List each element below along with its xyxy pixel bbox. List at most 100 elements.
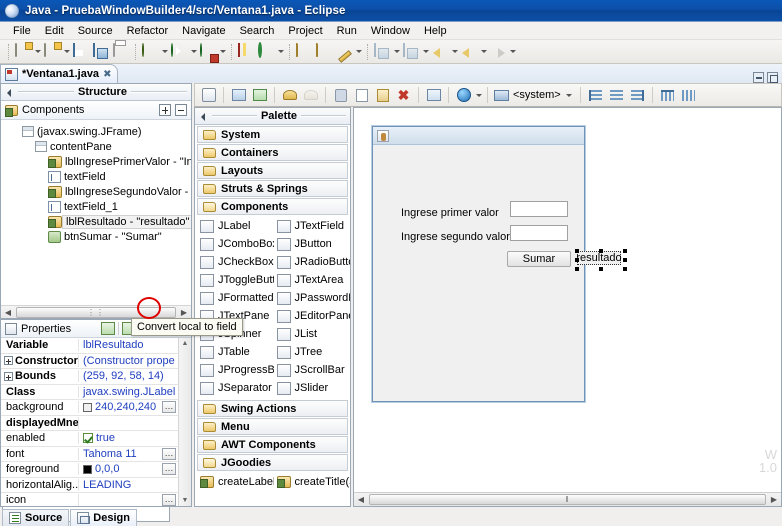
property-value[interactable]: 0,0,0… bbox=[79, 463, 178, 476]
tab-ventana1-java[interactable]: *Ventana1.java ✖ bbox=[0, 64, 119, 83]
align-center-horizontal-icon[interactable] bbox=[606, 85, 627, 105]
inline-icon[interactable] bbox=[423, 85, 444, 105]
design-label-primer-valor[interactable]: Ingrese primer valor bbox=[401, 207, 499, 219]
look-and-feel-caret[interactable] bbox=[565, 86, 574, 104]
minimize-icon[interactable] bbox=[753, 72, 764, 83]
print-icon[interactable] bbox=[111, 42, 131, 62]
property-value[interactable]: true bbox=[79, 432, 178, 444]
property-row[interactable]: Variable lblResultado bbox=[1, 338, 178, 354]
structure-tree-item[interactable]: textField_1 bbox=[1, 199, 191, 214]
previous-annotation-icon[interactable] bbox=[401, 42, 421, 62]
align-left-icon[interactable] bbox=[585, 85, 606, 105]
run-dropdown-caret[interactable] bbox=[189, 43, 198, 61]
scroll-up-arrow[interactable]: ▲ bbox=[180, 338, 191, 349]
palette-item[interactable]: JScrollBar bbox=[274, 361, 351, 379]
open-source-icon[interactable] bbox=[228, 85, 249, 105]
structure-tree[interactable]: (javax.swing.JFrame) contentPane lblIngres… bbox=[1, 122, 191, 304]
selection-handle[interactable] bbox=[623, 249, 627, 253]
structure-tree-item[interactable]: btnSumar - "Sumar" bbox=[1, 229, 191, 244]
design-canvas[interactable]: Ingrese primer valor Ingrese segundo val… bbox=[353, 107, 782, 507]
expand-all-icon[interactable] bbox=[159, 104, 171, 116]
paste-icon[interactable] bbox=[372, 85, 393, 105]
property-value[interactable]: javax.swing.JLabel bbox=[79, 386, 178, 398]
palette-item[interactable]: JSeparator bbox=[197, 379, 274, 397]
new-wizard-icon[interactable] bbox=[13, 42, 33, 62]
palette-item[interactable]: JProgressBar bbox=[197, 361, 274, 379]
palette-category[interactable]: Components bbox=[197, 198, 348, 215]
back-dropdown-caret[interactable] bbox=[450, 43, 459, 61]
structure-tree-item[interactable]: lblIngreseSegundoValor - "Ingrese s bbox=[1, 184, 191, 199]
property-value[interactable]: lblResultado bbox=[79, 339, 178, 351]
palette-item[interactable]: JComboBox bbox=[197, 235, 274, 253]
selection-handle[interactable] bbox=[575, 249, 579, 253]
scroll-thumb[interactable]: ‖ bbox=[369, 494, 766, 505]
property-value[interactable]: 240,240,240… bbox=[79, 401, 178, 414]
palette-item[interactable]: JTable bbox=[197, 343, 274, 361]
scroll-down-arrow[interactable]: ▼ bbox=[180, 495, 191, 506]
property-row[interactable]: font Tahoma 11… bbox=[1, 447, 178, 462]
new-java-class-icon[interactable] bbox=[42, 42, 62, 62]
palette-item[interactable]: JButton bbox=[274, 235, 351, 253]
palette-category[interactable]: Containers bbox=[197, 144, 348, 161]
redo-icon[interactable] bbox=[300, 85, 321, 105]
properties-table[interactable]: Variable lblResultado Constructor (Construc… bbox=[1, 338, 191, 506]
structure-tree-item[interactable]: (javax.swing.JFrame) bbox=[1, 124, 191, 139]
property-editor-button[interactable]: … bbox=[162, 447, 176, 460]
design-textfield-1[interactable] bbox=[510, 225, 568, 241]
debug-icon[interactable] bbox=[140, 42, 160, 62]
menu-run[interactable]: Run bbox=[330, 24, 364, 38]
palette-item[interactable]: createTitle(S... bbox=[274, 473, 350, 491]
run-config-dropdown-caret[interactable] bbox=[218, 43, 227, 61]
property-editor-button[interactable]: … bbox=[162, 401, 176, 414]
palette-item[interactable]: JTree bbox=[274, 343, 351, 361]
forward-dropdown-caret[interactable] bbox=[508, 43, 517, 61]
menu-project[interactable]: Project bbox=[281, 24, 329, 38]
selection-handle[interactable] bbox=[623, 267, 627, 271]
property-editor-button[interactable]: … bbox=[162, 494, 176, 506]
property-row[interactable]: background 240,240,240… bbox=[1, 400, 178, 416]
copy-icon[interactable] bbox=[351, 85, 372, 105]
property-row[interactable]: Class javax.swing.JLabel bbox=[1, 385, 178, 400]
design-label-segundo-valor[interactable]: Ingrese segundo valor bbox=[401, 231, 510, 243]
next-annotation-dropdown-caret[interactable] bbox=[392, 43, 401, 61]
edit-icon[interactable] bbox=[334, 42, 354, 62]
palette-item[interactable]: JLabel bbox=[197, 217, 274, 235]
collapse-panel-icon[interactable] bbox=[199, 112, 208, 121]
previous-annotation-dropdown-caret[interactable] bbox=[421, 43, 430, 61]
menu-source[interactable]: Source bbox=[71, 24, 120, 38]
property-row[interactable]: Bounds (259, 92, 58, 14) bbox=[1, 369, 178, 385]
save-icon[interactable] bbox=[71, 42, 91, 62]
palette-item[interactable]: JToggleButt... bbox=[197, 271, 274, 289]
preview-dropdown-caret[interactable] bbox=[474, 86, 483, 104]
tab-source[interactable]: Source bbox=[2, 509, 70, 526]
palette-item[interactable]: JSlider bbox=[274, 379, 351, 397]
palette-content[interactable]: System Containers Layouts Struts & Springs C… bbox=[195, 125, 350, 506]
open-type-dropdown-caret[interactable] bbox=[276, 43, 285, 61]
maximize-icon[interactable] bbox=[767, 72, 778, 83]
palette-category[interactable]: JGoodies bbox=[197, 454, 348, 471]
menu-window[interactable]: Window bbox=[364, 24, 417, 38]
selection-handle[interactable] bbox=[575, 258, 579, 262]
palette-category[interactable]: Menu bbox=[197, 418, 348, 435]
jframe-preview[interactable]: Ingrese primer valor Ingrese segundo val… bbox=[372, 126, 627, 402]
selection-handle[interactable] bbox=[599, 249, 603, 253]
palette-item[interactable]: JRadioButton bbox=[274, 253, 350, 271]
canvas-hscrollbar[interactable]: ◀ ‖ ▶ bbox=[354, 492, 781, 506]
menu-file[interactable]: File bbox=[6, 24, 38, 38]
close-icon[interactable]: ✖ bbox=[103, 69, 111, 80]
collapse-all-icon[interactable] bbox=[175, 104, 187, 116]
structure-tree-item[interactable]: lblIngresePrimerValor - "Ingrese pri bbox=[1, 154, 191, 169]
menu-help[interactable]: Help bbox=[417, 24, 454, 38]
palette-item[interactable]: JFormattedT... bbox=[197, 289, 274, 307]
save-all-icon[interactable] bbox=[91, 42, 111, 62]
look-and-feel-combo[interactable]: <system> bbox=[492, 86, 576, 104]
selection-handle[interactable] bbox=[599, 267, 603, 271]
show-events-icon[interactable] bbox=[101, 322, 115, 335]
palette-category[interactable]: AWT Components bbox=[197, 436, 348, 453]
open-folder-icon[interactable] bbox=[314, 42, 334, 62]
structure-tree-item[interactable]: textField bbox=[1, 169, 191, 184]
back-icon[interactable] bbox=[430, 42, 450, 62]
preview-icon[interactable] bbox=[453, 85, 474, 105]
collapse-panel-icon[interactable] bbox=[5, 88, 14, 97]
property-value[interactable]: Tahoma 11… bbox=[79, 447, 178, 460]
